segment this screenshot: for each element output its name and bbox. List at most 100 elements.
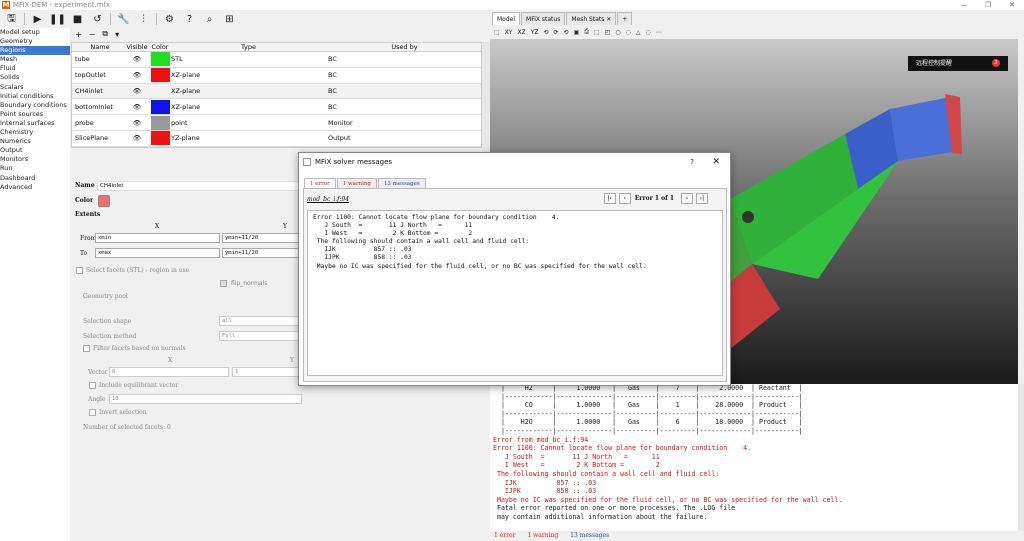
nav-item-model-setup[interactable]: Model setup xyxy=(0,28,70,37)
column-header[interactable]: Visible xyxy=(125,43,149,51)
console-errors-tab[interactable]: 1 error xyxy=(494,532,516,539)
column-header[interactable]: Type xyxy=(171,43,326,51)
more-icon[interactable]: ⋯ xyxy=(656,29,662,36)
table-row[interactable]: tube 👁 STL BC xyxy=(72,52,481,68)
delete-region-icon[interactable]: − xyxy=(89,30,96,39)
nav-item-boundary-conditions[interactable]: Boundary conditions xyxy=(0,101,70,110)
print-icon[interactable]: ⎙ xyxy=(584,28,589,36)
eye-icon[interactable]: 👁 xyxy=(125,103,149,111)
pause-icon[interactable]: ❚❚ xyxy=(49,12,66,26)
dialog-tab-warnings[interactable]: 1 warning xyxy=(336,178,377,188)
selection-method-select[interactable]: Full xyxy=(219,331,301,341)
select-facets-checkbox[interactable] xyxy=(76,267,83,274)
to-x-input[interactable]: xmax xyxy=(95,248,220,258)
build-icon[interactable]: 🔧 xyxy=(116,12,131,26)
view-xy-icon[interactable]: XY xyxy=(505,29,513,36)
settings-gear-icon[interactable]: ⚙ xyxy=(162,12,177,26)
nav-item-chemistry[interactable]: Chemistry xyxy=(0,128,70,137)
eye-icon[interactable]: 👁 xyxy=(125,119,149,127)
tab-mfix-status[interactable]: MFiX status xyxy=(521,12,566,25)
remote-control-notice[interactable]: 远程控制提醒 2 xyxy=(908,56,1008,71)
table-row[interactable]: CH4inlet 👁 XZ-plane BC xyxy=(72,83,481,100)
nav-item-fluid[interactable]: Fluid xyxy=(0,64,70,73)
to-y-input[interactable]: ymin+11/20 xyxy=(222,248,302,258)
parameters-icon[interactable]: ⫶ xyxy=(136,12,151,26)
table-row[interactable]: SlicePlane 👁 YZ-plane Output xyxy=(72,131,481,147)
dialog-close-button[interactable]: ✕ xyxy=(712,153,720,171)
console-warnings-tab[interactable]: 1 warning xyxy=(527,532,558,539)
region-color-cell[interactable] xyxy=(149,68,171,83)
eye-icon[interactable]: 👁 xyxy=(125,71,149,79)
nav-item-solids[interactable]: Solids xyxy=(0,73,70,82)
table-row[interactable]: topOutlet 👁 XZ-plane BC xyxy=(72,68,481,84)
reset-icon[interactable]: ↺ xyxy=(90,12,105,26)
grid-icon[interactable]: ⊞ xyxy=(222,12,237,26)
copy-region-icon[interactable]: ⧉ xyxy=(102,29,108,39)
nav-item-numerics[interactable]: Numerics xyxy=(0,137,70,146)
snapshot-icon[interactable]: ▣ xyxy=(574,29,580,36)
from-x-input[interactable]: xmin xyxy=(95,233,220,243)
overlay-icon[interactable]: ◰ xyxy=(605,29,611,36)
points-icon[interactable]: ◌ xyxy=(646,29,651,36)
eye-icon[interactable]: 👁 xyxy=(125,55,149,63)
error-source-link[interactable]: mod_bc_i.f:94 xyxy=(307,196,349,203)
tab-model[interactable]: Model xyxy=(492,12,521,25)
nav-item-mesh[interactable]: Mesh xyxy=(0,55,70,64)
prev-error-button[interactable]: ‹ xyxy=(618,193,631,204)
next-error-button[interactable]: › xyxy=(681,193,693,204)
view-box-icon[interactable]: ⬚ xyxy=(494,29,500,36)
save-icon[interactable]: 🖫 xyxy=(4,12,19,26)
triangle-icon[interactable]: △ xyxy=(636,29,641,36)
region-color-button[interactable] xyxy=(98,195,110,207)
table-row[interactable]: bottomInlet 👁 XZ-plane BC xyxy=(72,99,481,116)
include-equilibrant-checkbox[interactable] xyxy=(89,382,96,389)
view-yz-icon[interactable]: YZ xyxy=(531,29,539,36)
region-menu-icon[interactable]: ▾ xyxy=(115,30,119,39)
nav-item-initial-conditions[interactable]: Initial conditions xyxy=(0,92,70,101)
dialog-tab-errors[interactable]: 1 error xyxy=(304,178,336,188)
view-xz-icon[interactable]: XZ xyxy=(517,29,525,36)
dialog-tab-messages[interactable]: 13 messages xyxy=(377,178,426,188)
selection-shape-select[interactable]: all xyxy=(219,316,301,326)
column-header[interactable]: Name xyxy=(72,43,125,51)
column-header[interactable]: Color xyxy=(149,43,171,51)
nav-item-scalars[interactable]: Scalars xyxy=(0,83,70,92)
region-box-icon[interactable]: ⬚ xyxy=(594,29,600,36)
run-icon[interactable]: ▶ xyxy=(30,12,45,26)
tab-mesh-stats[interactable]: Mesh Stats ✕ xyxy=(566,12,617,25)
nav-item-internal-surfaces[interactable]: Internal surfaces xyxy=(0,119,70,128)
circle-icon[interactable]: ○ xyxy=(615,29,620,36)
help-icon[interactable]: ? xyxy=(182,12,197,26)
region-color-cell[interactable] xyxy=(149,83,171,98)
filter-facets-checkbox[interactable] xyxy=(83,345,90,352)
nav-item-advanced[interactable]: Advanced xyxy=(0,183,70,192)
nav-item-monitors[interactable]: Monitors xyxy=(0,155,70,164)
nav-item-point-sources[interactable]: Point sources xyxy=(0,110,70,119)
close-tab-icon[interactable]: ✕ xyxy=(606,16,611,23)
last-error-button[interactable]: ›| xyxy=(696,193,708,204)
rotate-icon[interactable]: ⟲ xyxy=(564,29,569,36)
vector-x-input[interactable]: 0 xyxy=(109,367,229,377)
region-color-cell[interactable] xyxy=(149,52,171,67)
stop-icon[interactable]: ■ xyxy=(70,12,85,26)
sphere-icon[interactable]: ◌ xyxy=(626,29,631,36)
invert-selection-checkbox[interactable] xyxy=(89,409,96,416)
nav-item-regions[interactable]: Regions xyxy=(0,46,70,56)
region-name-input[interactable]: CH4inlet xyxy=(97,181,327,191)
rotate-right-icon[interactable]: ⟳ xyxy=(554,29,559,36)
column-header[interactable]: Used by xyxy=(326,43,481,51)
nav-item-output[interactable]: Output xyxy=(0,146,70,155)
angle-input[interactable]: 10 xyxy=(109,394,302,404)
console-messages-tab[interactable]: 13 messages xyxy=(570,532,609,539)
console-scrollbar[interactable] xyxy=(1018,384,1024,531)
region-color-cell[interactable] xyxy=(149,99,171,114)
new-tab-button[interactable]: + xyxy=(617,12,633,25)
close-window-button[interactable]: ✕ xyxy=(1000,0,1024,10)
region-color-cell[interactable] xyxy=(149,115,171,130)
region-color-cell[interactable] xyxy=(149,131,171,146)
add-region-icon[interactable]: + xyxy=(75,30,82,39)
nav-item-dashboard[interactable]: Dashboard xyxy=(0,174,70,183)
first-error-button[interactable]: |‹ xyxy=(603,193,616,204)
table-row[interactable]: probe 👁 point Monitor xyxy=(72,115,481,131)
minimize-button[interactable]: — xyxy=(952,0,976,10)
